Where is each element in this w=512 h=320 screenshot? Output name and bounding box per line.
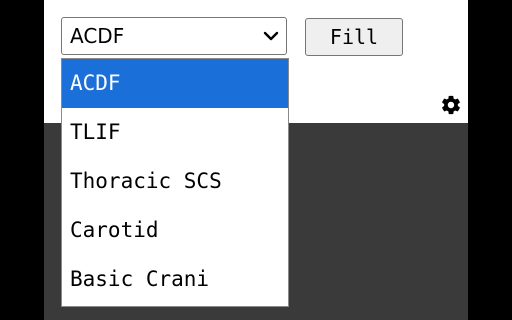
procedure-select[interactable]: ACDF	[61, 17, 287, 55]
procedure-dropdown-list: ACDF TLIF Thoracic SCS Carotid Basic Cra…	[61, 58, 289, 307]
main-panel: ACDF Fill ACDF TLIF Thoracic SCS Carotid…	[44, 0, 468, 320]
fill-button[interactable]: Fill	[305, 18, 403, 56]
dropdown-option-basic-crani[interactable]: Basic Crani	[62, 255, 288, 304]
procedure-select-value: ACDF	[70, 24, 125, 48]
gear-icon[interactable]	[440, 94, 462, 116]
dropdown-option-carotid[interactable]: Carotid	[62, 206, 288, 255]
dropdown-option-tlif[interactable]: TLIF	[62, 108, 288, 157]
screen-frame: ACDF Fill ACDF TLIF Thoracic SCS Carotid…	[0, 0, 512, 320]
dropdown-option-acdf[interactable]: ACDF	[62, 59, 288, 108]
chevron-down-icon	[263, 31, 279, 41]
dropdown-option-thoracic-scs[interactable]: Thoracic SCS	[62, 157, 288, 206]
